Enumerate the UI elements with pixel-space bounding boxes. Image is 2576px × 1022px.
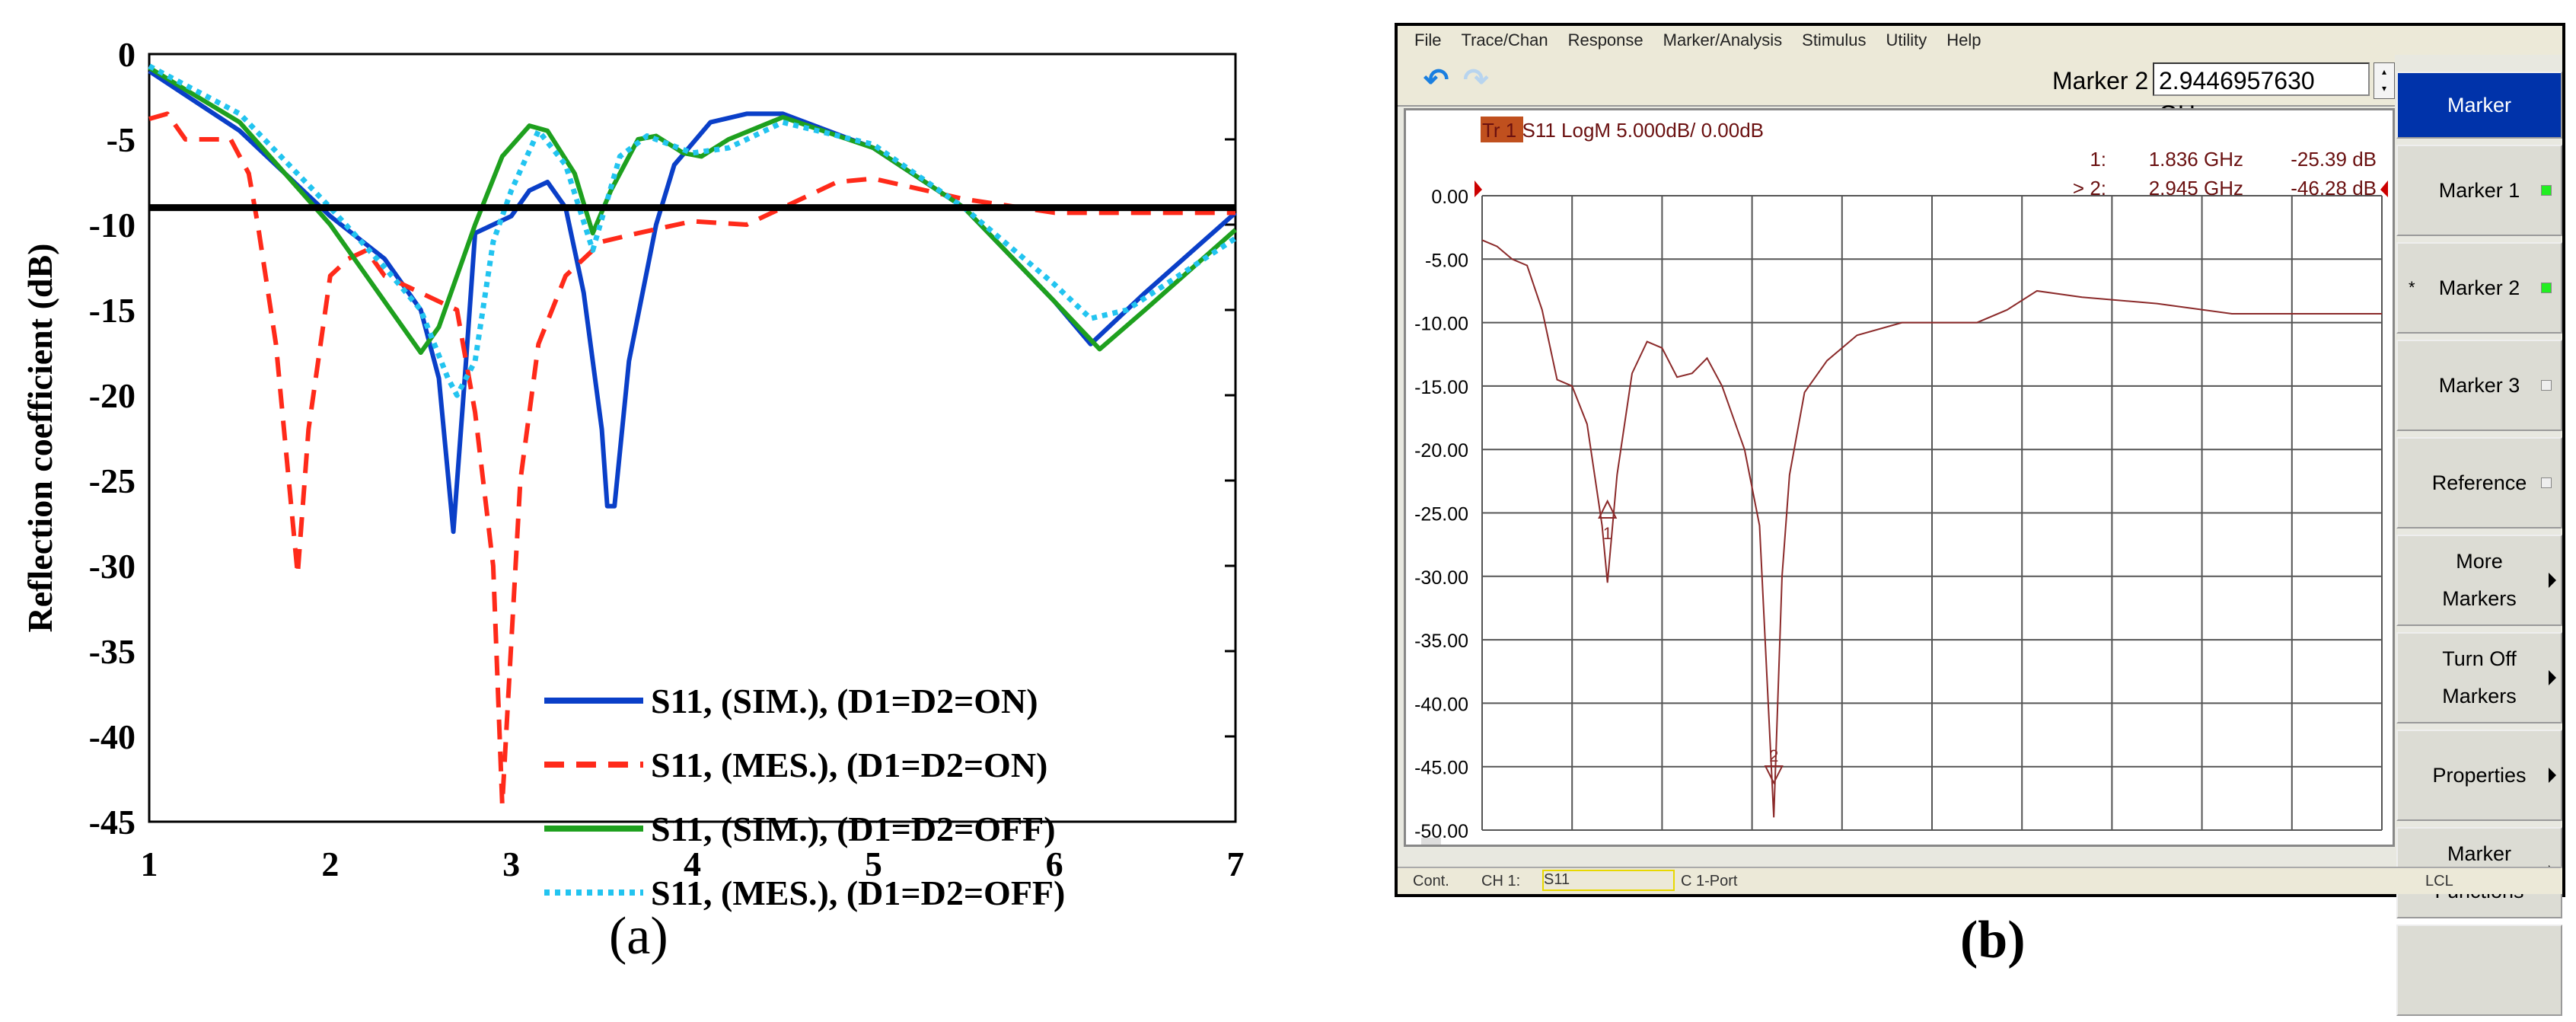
series-line-0 <box>148 69 1237 535</box>
softkey-marker-3[interactable]: Marker 3 <box>2396 340 2562 431</box>
softkey-marker[interactable]: Marker <box>2396 72 2562 139</box>
toolbar: ↶ ↷ Marker 2 2.9446957630 GHz ▴▾ <box>1398 55 2395 128</box>
vna-window: File Trace/Chan Response Marker/Analysis Sti… <box>1395 23 2565 1016</box>
trace-svg: 0.00 -5.00 -10.00 -15.00 -20.00 -25.00 -30.00 -… <box>1414 117 2388 864</box>
softkey-blank <box>2396 925 2562 1016</box>
marker-spinner[interactable]: ▴ ▾ <box>2374 62 2395 99</box>
marker-readout-value: -46.28 dB <box>2291 177 2377 200</box>
status-port: C 1-Port <box>1681 873 1738 889</box>
trace-title: Tr 1 S11 LogM 5.000dB/ 0.00dB <box>1482 119 1764 142</box>
softkey-reference[interactable]: Reference <box>2396 437 2562 529</box>
softkey-marker-1[interactable]: Marker 1 <box>2396 145 2562 236</box>
y-tick-label: -40.00 <box>1414 694 1468 715</box>
y-tick-label: -25.00 <box>1414 504 1468 525</box>
series-line-3 <box>148 63 1237 398</box>
x-tick-label: 3 <box>502 845 520 883</box>
marker-readout-freq: 2.945 GHz <box>2149 177 2243 200</box>
marker-indicator-icon <box>2541 477 2552 488</box>
softkey-label: Properties <box>2432 763 2527 787</box>
marker-readout-freq: 1.836 GHz <box>2149 148 2243 171</box>
marker-label: Marker 2 <box>2052 67 2149 94</box>
marker-2-id: 2 <box>1769 746 1778 765</box>
menu-item-utility[interactable]: Utility <box>1886 30 1927 50</box>
softkey-marker-2[interactable]: Marker 2 * <box>2396 242 2562 334</box>
marker-1-id: 1 <box>1603 524 1612 543</box>
y-tick-label: -10 <box>89 206 135 244</box>
submenu-arrow-icon <box>2549 768 2556 783</box>
y-tick-label: -45.00 <box>1414 758 1468 779</box>
y-tick-label: -20 <box>89 376 135 415</box>
menu-bar: File Trace/Chan Response Marker/Analysis Sti… <box>1398 26 2562 55</box>
trace-plot: 0.00 -5.00 -10.00 -15.00 -20.00 -25.00 -30.00 -… <box>1404 108 2395 864</box>
marker-indicator-icon <box>2541 185 2552 196</box>
marker-2-glyph <box>1764 765 1784 785</box>
status-lcl: LCL <box>2425 873 2453 889</box>
legend-label-0: S11, (SIM.), (D1=D2=ON) <box>651 682 1038 720</box>
channel-number: 1 <box>1426 842 1436 845</box>
submenu-arrow-icon <box>2549 573 2556 588</box>
left-chart: 0-5-10-15-20-25-30-35-40-451 2 3 4 5 6 7Reflec… <box>21 35 1245 912</box>
softkey-properties[interactable]: Properties <box>2396 730 2562 821</box>
y-tick-label: -40 <box>89 717 135 756</box>
submenu-arrow-icon <box>2549 670 2556 685</box>
redo-icon[interactable]: ↷ <box>1463 62 1489 97</box>
undo-icon[interactable]: ↶ <box>1423 62 1449 97</box>
y-tick-label: -45 <box>89 803 135 842</box>
y-tick-label: -30 <box>89 547 135 586</box>
menu-item-file[interactable]: File <box>1414 30 1441 50</box>
menu-item-stimulus[interactable]: Stimulus <box>1802 30 1866 50</box>
start-freq: >Ch1: Start 1.00000 GHz <box>1475 842 1688 845</box>
y-tick-label: -15 <box>89 291 135 330</box>
legend-label-3: S11, (MES.), (D1=D2=OFF) <box>651 873 1065 912</box>
y-tick-label: -5.00 <box>1425 250 1468 271</box>
softkey-label: Marker 1 <box>2438 178 2520 202</box>
stop-freq: Stop 7.00000 GHz <box>2225 842 2382 845</box>
legend-label-1: S11, (MES.), (D1=D2=ON) <box>651 746 1047 784</box>
status-bar: Cont. CH 1: S11 C 1-Port LCL <box>1398 867 2562 894</box>
softkey-label: Marker 3 <box>2438 373 2520 397</box>
status-channel: CH 1: <box>1481 873 1521 889</box>
softkey-turn-off-markers[interactable]: Turn Off Markers <box>2396 632 2562 723</box>
y-tick-label: 0 <box>118 35 135 74</box>
softkey-label: Reference <box>2431 471 2527 494</box>
y-tick-label: -5 <box>107 120 135 159</box>
menu-item-trace-chan[interactable]: Trace/Chan <box>1461 30 1548 50</box>
legend-label-2: S11, (SIM.), (D1=D2=OFF) <box>651 810 1056 848</box>
y-tick-label: -10.00 <box>1414 314 1468 335</box>
menu-item-help[interactable]: Help <box>1946 30 1981 50</box>
y-tick-label: -35 <box>89 632 135 671</box>
marker-value-input[interactable]: 2.9446957630 GHz <box>2153 62 2370 128</box>
marker-readout-label: 1: <box>2090 148 2106 171</box>
ref-marker-right <box>2380 180 2388 197</box>
softkey-label: More Markers <box>2442 550 2517 610</box>
y-tick-label: -35.00 <box>1414 631 1468 652</box>
softkey-label: Marker 2 <box>2438 276 2520 299</box>
y-tick-label: 0.00 <box>1431 187 1468 208</box>
marker-readout-value: -25.39 dB <box>2291 148 2377 171</box>
x-tick-label: 2 <box>321 845 339 883</box>
ref-marker-left <box>1475 180 1482 197</box>
x-tick-label: 1 <box>141 845 158 883</box>
marker-readout-label: > 2: <box>2073 177 2106 200</box>
softkey-more-markers[interactable]: More Markers <box>2396 535 2562 626</box>
y-tick-label: -30.00 <box>1414 567 1468 589</box>
menu-item-marker-analysis[interactable]: Marker/Analysis <box>1663 30 1782 50</box>
softkey-label: Marker <box>2447 93 2511 117</box>
softkey-label: Turn Off Markers <box>2442 647 2517 707</box>
marker-indicator-icon <box>2541 380 2552 391</box>
y-tick-label: -20.00 <box>1414 440 1468 461</box>
active-marker-star-icon: * <box>2409 278 2415 298</box>
menu-item-response[interactable]: Response <box>1568 30 1643 50</box>
y-tick-label: -25 <box>89 461 135 500</box>
caption-a: (a) <box>609 907 668 966</box>
caption-b: (b) <box>1960 911 2026 969</box>
status-param[interactable]: S11 <box>1542 870 1675 891</box>
y-tick-label: -15.00 <box>1414 377 1468 398</box>
status-mode: Cont. <box>1413 873 1449 889</box>
y-axis-label: Reflection coefficient (dB) <box>21 244 59 633</box>
marker-indicator-icon <box>2541 283 2552 293</box>
x-tick-label: 7 <box>1227 845 1245 883</box>
